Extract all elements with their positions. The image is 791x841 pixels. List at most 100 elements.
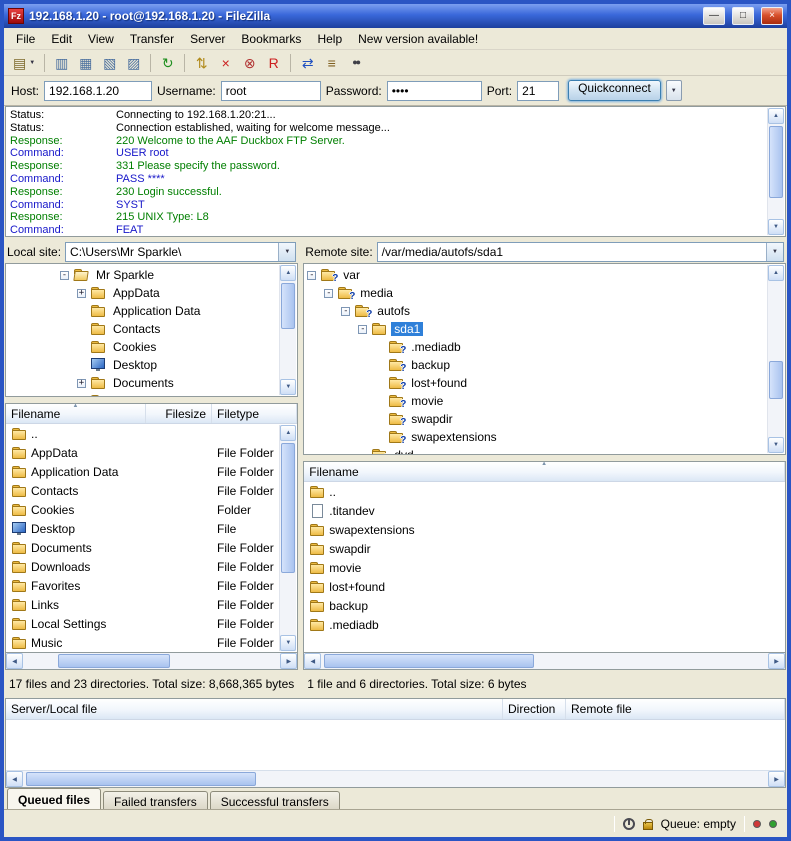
- local-tree-scrollbar[interactable]: ▲ ▼: [279, 265, 296, 395]
- local-path-combo[interactable]: C:\Users\Mr Sparkle\ ▼: [65, 242, 296, 262]
- file-row-music[interactable]: MusicFile Folder: [6, 633, 280, 652]
- process-queue-button[interactable]: ⇅: [190, 52, 213, 74]
- scroll-right-icon[interactable]: ▶: [768, 771, 785, 787]
- local-list-scrollbar[interactable]: ▲ ▼: [279, 425, 296, 651]
- column-header-remote-file[interactable]: Remote file: [566, 699, 785, 719]
- expand-icon[interactable]: +: [77, 289, 86, 298]
- cancel-button[interactable]: ×: [214, 52, 237, 74]
- column-header-filetype[interactable]: Filetype: [212, 404, 297, 423]
- column-header-filesize[interactable]: Filesize: [146, 404, 212, 423]
- expand-icon[interactable]: +: [77, 379, 86, 388]
- collapse-icon[interactable]: -: [358, 325, 367, 334]
- scrollbar-thumb[interactable]: [26, 772, 256, 786]
- password-input[interactable]: [387, 81, 482, 101]
- local-horizontal-scrollbar[interactable]: ◀ ▶: [5, 653, 298, 670]
- scroll-up-icon[interactable]: ▲: [768, 265, 784, 281]
- scrollbar-thumb[interactable]: [324, 654, 534, 668]
- scroll-left-icon[interactable]: ◀: [304, 653, 321, 669]
- encryption-icon[interactable]: [643, 822, 653, 830]
- menu-item-edit[interactable]: Edit: [43, 29, 80, 49]
- tree-item-lost-found[interactable]: +?lost+found: [307, 374, 766, 392]
- collapse-icon[interactable]: -: [324, 289, 333, 298]
- tree-item-appdata[interactable]: +AppData: [9, 284, 278, 302]
- scrollbar-thumb[interactable]: [769, 126, 783, 198]
- file-row-application-data[interactable]: Application DataFile Folder: [6, 462, 280, 481]
- remote-tree-scrollbar[interactable]: ▲ ▼: [767, 265, 784, 453]
- scroll-down-icon[interactable]: ▼: [768, 219, 784, 235]
- menu-item-new-version-available[interactable]: New version available!: [350, 29, 486, 49]
- maximize-button[interactable]: □: [732, 7, 754, 25]
- column-header-filename[interactable]: ▲Filename: [304, 462, 785, 481]
- close-button[interactable]: ×: [761, 7, 783, 25]
- file-row-local-settings[interactable]: Local SettingsFile Folder: [6, 614, 280, 633]
- tree-item-mediadb[interactable]: +?.mediadb: [307, 338, 766, 356]
- minimize-button[interactable]: —: [703, 7, 725, 25]
- menu-item-server[interactable]: Server: [182, 29, 233, 49]
- host-input[interactable]: [44, 81, 152, 101]
- tree-item-media[interactable]: -?media: [307, 284, 766, 302]
- file-row-swapextensions[interactable]: swapextensions: [304, 520, 785, 539]
- tree-item-swapdir[interactable]: +?swapdir: [307, 410, 766, 428]
- reconnect-button[interactable]: R: [262, 52, 285, 74]
- tree-item-cookies[interactable]: +Cookies: [9, 338, 278, 356]
- tree-item-dvd[interactable]: +?dvd: [307, 446, 766, 455]
- tree-item-backup[interactable]: +?backup: [307, 356, 766, 374]
- scroll-left-icon[interactable]: ◀: [6, 771, 23, 787]
- combo-dropdown-icon[interactable]: ▼: [278, 243, 295, 261]
- remote-horizontal-scrollbar[interactable]: ◀ ▶: [303, 653, 786, 670]
- file-row-swapdir[interactable]: swapdir: [304, 539, 785, 558]
- tree-item-movie[interactable]: +?movie: [307, 392, 766, 410]
- column-header-server-local-file[interactable]: Server/Local file: [6, 699, 503, 719]
- refresh-button[interactable]: ↻: [156, 52, 179, 74]
- menu-item-bookmarks[interactable]: Bookmarks: [233, 29, 309, 49]
- expand-icon[interactable]: +: [77, 397, 86, 398]
- tab-queued-files[interactable]: Queued files: [7, 788, 101, 809]
- toggle-message-log-button[interactable]: ▥: [50, 52, 73, 74]
- find-button[interactable]: ●●: [344, 52, 367, 74]
- menu-item-view[interactable]: View: [80, 29, 122, 49]
- collapse-icon[interactable]: -: [307, 271, 316, 280]
- speedlimit-icon[interactable]: [623, 818, 635, 830]
- file-row-appdata[interactable]: AppDataFile Folder: [6, 443, 280, 462]
- tree-item-downloads[interactable]: +Downloads: [9, 392, 278, 397]
- tree-item-contacts[interactable]: +Contacts: [9, 320, 278, 338]
- collapse-icon[interactable]: -: [60, 271, 69, 280]
- scroll-up-icon[interactable]: ▲: [768, 108, 784, 124]
- sync-browsing-button[interactable]: ≡: [320, 52, 343, 74]
- quickconnect-dropdown-icon[interactable]: ▼: [666, 80, 682, 101]
- port-input[interactable]: [517, 81, 559, 101]
- scroll-down-icon[interactable]: ▼: [768, 437, 784, 453]
- scrollbar-thumb[interactable]: [769, 361, 783, 399]
- file-row-favorites[interactable]: FavoritesFile Folder: [6, 576, 280, 595]
- tree-item-documents[interactable]: +Documents: [9, 374, 278, 392]
- tree-item-autofs[interactable]: -?autofs: [307, 302, 766, 320]
- scroll-down-icon[interactable]: ▼: [280, 635, 296, 651]
- tree-item-application-data[interactable]: +Application Data: [9, 302, 278, 320]
- site-manager-button[interactable]: ▤▼: [9, 52, 39, 74]
- scroll-right-icon[interactable]: ▶: [280, 653, 297, 669]
- file-row-downloads[interactable]: DownloadsFile Folder: [6, 557, 280, 576]
- file-row-desktop[interactable]: DesktopFile: [6, 519, 280, 538]
- scrollbar-thumb[interactable]: [58, 654, 170, 668]
- file-row-item[interactable]: ..: [6, 424, 280, 443]
- file-row-backup[interactable]: backup: [304, 596, 785, 615]
- file-row-contacts[interactable]: ContactsFile Folder: [6, 481, 280, 500]
- tree-item-var[interactable]: -?var: [307, 266, 766, 284]
- combo-dropdown-icon[interactable]: ▼: [766, 243, 783, 261]
- menu-item-file[interactable]: File: [8, 29, 43, 49]
- file-row-item[interactable]: ..: [304, 482, 785, 501]
- file-row-documents[interactable]: DocumentsFile Folder: [6, 538, 280, 557]
- toggle-queue-button[interactable]: ▨: [122, 52, 145, 74]
- tab-successful-transfers[interactable]: Successful transfers: [210, 791, 340, 809]
- tab-failed-transfers[interactable]: Failed transfers: [103, 791, 208, 809]
- file-row-cookies[interactable]: CookiesFolder: [6, 500, 280, 519]
- remote-path-combo[interactable]: /var/media/autofs/sda1 ▼: [377, 242, 784, 262]
- scroll-left-icon[interactable]: ◀: [6, 653, 23, 669]
- file-row-lost-found[interactable]: lost+found: [304, 577, 785, 596]
- quickconnect-button[interactable]: Quickconnect: [568, 80, 661, 101]
- file-row-titandev[interactable]: .titandev: [304, 501, 785, 520]
- compare-button[interactable]: ⇄: [296, 52, 319, 74]
- tree-item-mr-sparkle[interactable]: -Mr Sparkle: [9, 266, 278, 284]
- collapse-icon[interactable]: -: [341, 307, 350, 316]
- scroll-up-icon[interactable]: ▲: [280, 265, 296, 281]
